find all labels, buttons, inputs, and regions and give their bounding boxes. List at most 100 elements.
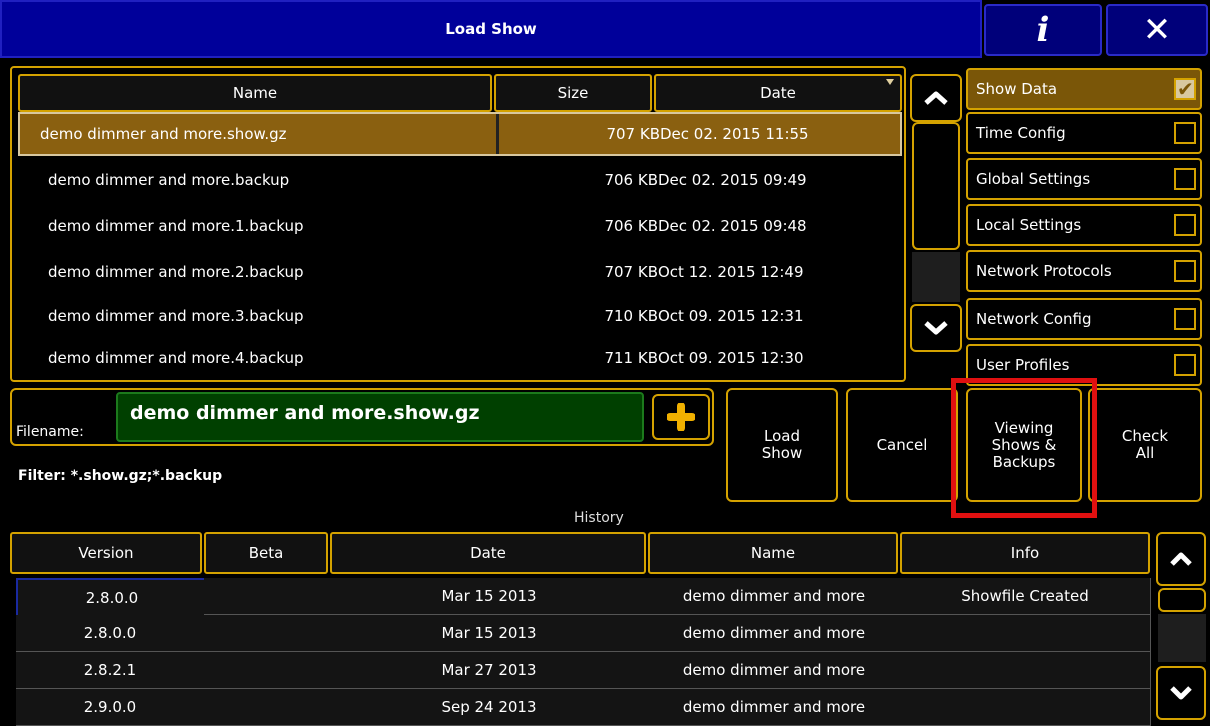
cancel-button[interactable]: Cancel	[846, 388, 958, 502]
option-label: Global Settings	[976, 170, 1091, 188]
cell-version: 2.9.0.0	[16, 689, 205, 726]
add-button[interactable]	[652, 394, 710, 440]
check-all-button[interactable]: Check All	[1088, 388, 1202, 502]
file-row[interactable]: demo dimmer and more.4.backup 711 KB Oct…	[18, 336, 902, 380]
filename-label: Filename:	[16, 424, 84, 440]
filename-group: Filename: demo dimmer and more.show.gz	[10, 388, 714, 446]
scroll-track[interactable]	[912, 252, 960, 302]
column-header-label: Name	[232, 84, 278, 102]
history-scroll-track[interactable]	[1158, 614, 1206, 662]
option-local-settings[interactable]: Local Settings	[966, 204, 1202, 246]
chevron-up-icon	[1170, 552, 1192, 566]
scroll-up-button[interactable]	[910, 74, 962, 122]
history-column-info[interactable]: Info	[900, 532, 1150, 574]
history-scrollbar[interactable]	[1156, 530, 1210, 722]
checkbox[interactable]	[1174, 168, 1196, 190]
info-button[interactable]: i	[984, 4, 1102, 56]
history-row[interactable]: 2.8.0.0 Mar 15 2013 demo dimmer and more	[10, 615, 1151, 652]
file-date: Oct 12. 2015 12:49	[658, 263, 804, 281]
history-row[interactable]: 2.8.0.0 Mar 15 2013 demo dimmer and more…	[10, 578, 1151, 618]
file-row[interactable]: demo dimmer and more.2.backup 707 KB Oct…	[18, 250, 902, 294]
cell-name: demo dimmer and more	[648, 578, 901, 615]
option-global-settings[interactable]: Global Settings	[966, 158, 1202, 200]
file-date: Dec 02. 2015 09:49	[658, 171, 807, 189]
history-column-beta[interactable]: Beta	[204, 532, 328, 574]
checkbox[interactable]	[1174, 214, 1196, 236]
option-label: User Profiles	[976, 356, 1070, 374]
file-date: Oct 09. 2015 12:31	[658, 307, 804, 325]
checkbox[interactable]	[1174, 260, 1196, 282]
cell-info	[900, 615, 1151, 652]
option-network-config[interactable]: Network Config	[966, 298, 1202, 340]
file-name: demo dimmer and more.2.backup	[48, 263, 304, 281]
cell-date: Sep 24 2013	[330, 689, 649, 726]
plus-icon	[667, 403, 695, 431]
cell-date: Mar 27 2013	[330, 652, 649, 689]
cell-version: 2.8.2.1	[16, 652, 205, 689]
file-size: 711 KB	[604, 349, 658, 367]
history-row[interactable]: 2.8.2.1 Mar 27 2013 demo dimmer and more	[10, 652, 1151, 689]
cell-date: Mar 15 2013	[330, 615, 649, 652]
cell-name: demo dimmer and more	[648, 615, 901, 652]
file-size: 707 KB	[606, 125, 660, 143]
file-row[interactable]: demo dimmer and more.1.backup 706 KB Dec…	[18, 204, 902, 248]
history-column-name[interactable]: Name	[648, 532, 898, 574]
highlight-box	[951, 378, 1097, 518]
column-header-label: Date	[760, 84, 796, 102]
checkbox[interactable]	[1174, 354, 1196, 376]
file-row[interactable]: demo dimmer and more.show.gz 707 KB Dec …	[18, 112, 902, 156]
cell-version: 2.8.0.0	[16, 578, 208, 618]
file-name: demo dimmer and more.1.backup	[48, 217, 304, 235]
option-label: Network Config	[976, 310, 1092, 328]
file-name: demo dimmer and more.3.backup	[48, 307, 304, 325]
file-name: demo dimmer and more.show.gz	[40, 125, 287, 143]
option-time-config[interactable]: Time Config	[966, 112, 1202, 154]
column-header-size[interactable]: Size	[494, 74, 652, 112]
file-list-scrollbar[interactable]	[906, 66, 962, 382]
column-header-label: Info	[1010, 544, 1040, 562]
chevron-up-icon	[924, 91, 948, 105]
column-header-name[interactable]: Name	[18, 74, 492, 112]
sort-descending-icon	[886, 79, 894, 85]
checkbox[interactable]	[1174, 122, 1196, 144]
file-size: 710 KB	[604, 307, 658, 325]
option-label: Local Settings	[976, 216, 1082, 234]
cell-version: 2.8.0.0	[16, 615, 205, 652]
option-label: Show Data	[976, 80, 1058, 98]
file-row[interactable]: demo dimmer and more.3.backup 710 KB Oct…	[18, 294, 902, 338]
close-button[interactable]: ✕	[1106, 4, 1208, 56]
option-show-data[interactable]: Show Data	[966, 68, 1202, 110]
info-icon: i	[1036, 10, 1050, 50]
cell-info	[900, 689, 1151, 726]
load-show-button[interactable]: Load Show	[726, 388, 838, 502]
scroll-down-button[interactable]	[910, 304, 962, 352]
file-list: Name Size Date demo dimmer and more.show…	[10, 66, 906, 382]
cell-name: demo dimmer and more	[648, 689, 901, 726]
scroll-thumb[interactable]	[912, 122, 960, 250]
checkbox[interactable]	[1174, 308, 1196, 330]
history-row[interactable]: 2.9.0.0 Sep 24 2013 demo dimmer and more	[10, 689, 1151, 726]
cell-beta	[204, 652, 331, 689]
cell-info	[900, 652, 1151, 689]
column-header-label: Size	[557, 84, 589, 102]
cell-date: Mar 15 2013	[330, 578, 649, 615]
column-header-label: Version	[78, 544, 134, 562]
file-size: 707 KB	[604, 263, 658, 281]
option-network-protocols[interactable]: Network Protocols	[966, 250, 1202, 292]
column-header-date[interactable]: Date	[654, 74, 902, 112]
cell-name: demo dimmer and more	[648, 652, 901, 689]
file-size: 706 KB	[604, 171, 658, 189]
filter-text: Filter: *.show.gz;*.backup	[18, 468, 223, 484]
file-row[interactable]: demo dimmer and more.backup 706 KB Dec 0…	[18, 158, 902, 202]
history-scroll-up-button[interactable]	[1156, 532, 1206, 586]
file-date: Oct 09. 2015 12:30	[658, 349, 804, 367]
chevron-down-icon	[924, 321, 948, 335]
history-column-date[interactable]: Date	[330, 532, 646, 574]
history-scroll-down-button[interactable]	[1156, 666, 1206, 720]
history-column-version[interactable]: Version	[10, 532, 202, 574]
file-date: Dec 02. 2015 09:48	[658, 217, 807, 235]
checkbox[interactable]	[1174, 77, 1196, 101]
filename-input[interactable]: demo dimmer and more.show.gz	[116, 392, 644, 442]
chevron-down-icon	[1170, 686, 1192, 700]
history-scroll-thumb[interactable]	[1158, 588, 1206, 612]
